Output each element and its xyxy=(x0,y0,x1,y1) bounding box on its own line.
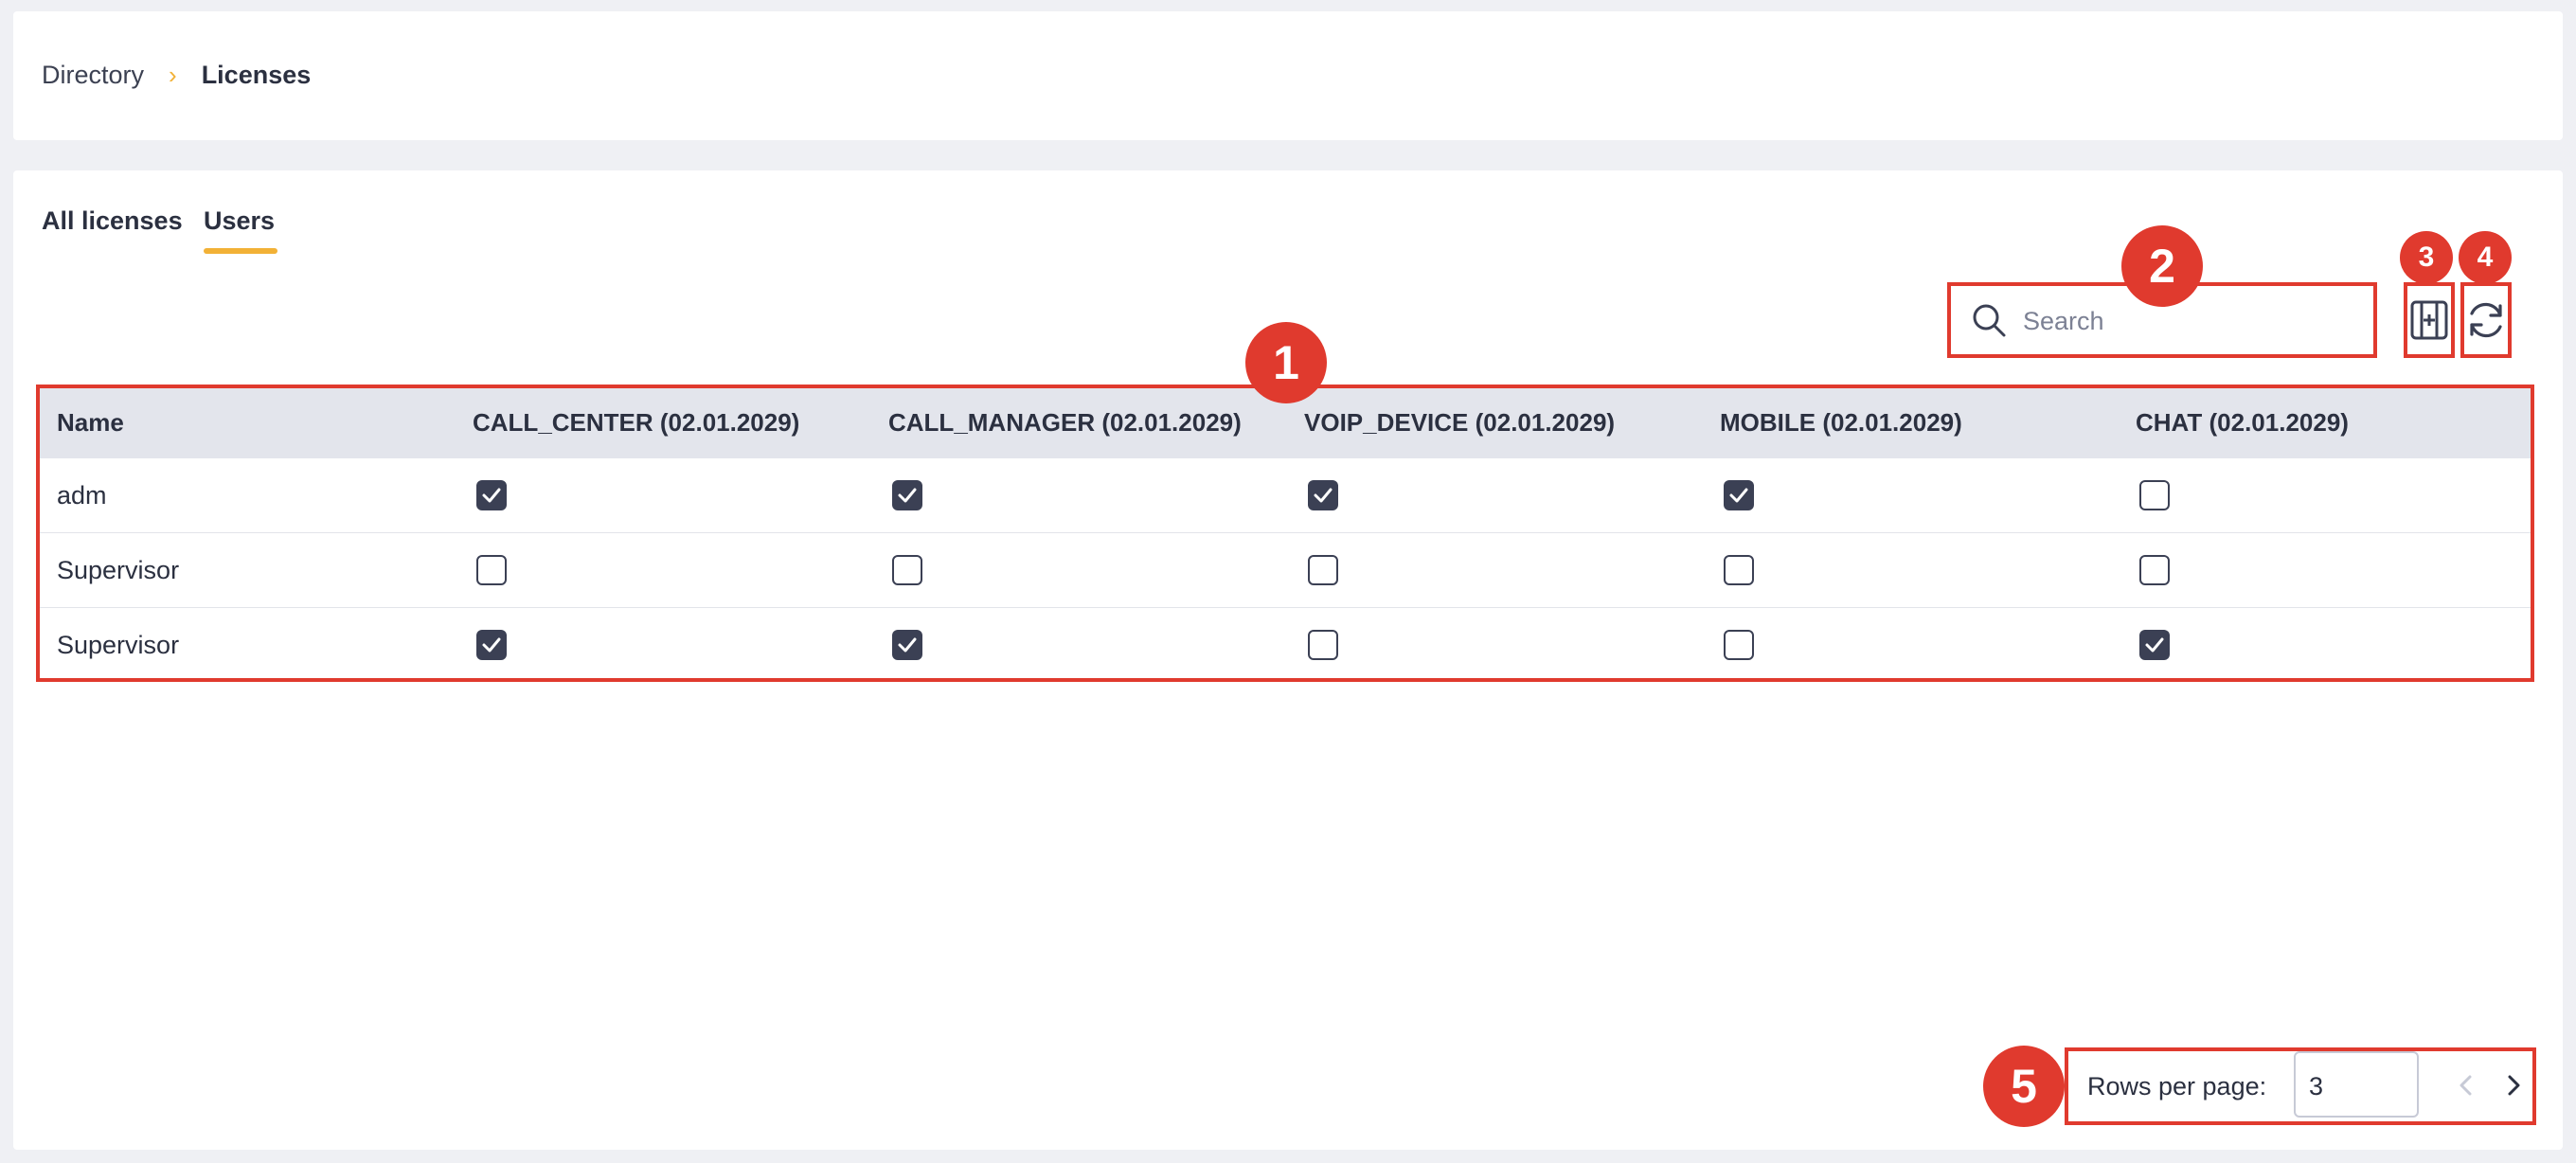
user-name-cell: adm xyxy=(57,480,107,510)
check-icon xyxy=(898,637,917,653)
columns-button[interactable] xyxy=(2406,284,2453,356)
check-icon xyxy=(482,637,501,653)
license-checkbox[interactable] xyxy=(1724,555,1754,585)
annotation-badge-1: 1 xyxy=(1245,322,1327,403)
refresh-icon xyxy=(2470,302,2502,338)
license-checkbox[interactable] xyxy=(1308,630,1338,660)
active-tab-indicator xyxy=(204,248,277,254)
refresh-button[interactable] xyxy=(2462,284,2510,356)
license-checkbox[interactable] xyxy=(1724,630,1754,660)
user-name-cell: Supervisor xyxy=(57,630,180,659)
next-page-button[interactable] xyxy=(2495,1066,2532,1104)
previous-page-button[interactable] xyxy=(2447,1066,2485,1104)
license-checkbox[interactable] xyxy=(892,480,922,510)
annotation-badge-2: 2 xyxy=(2121,225,2203,307)
table-row: adm xyxy=(38,458,2532,533)
license-checkbox[interactable] xyxy=(1724,480,1754,510)
tab-users[interactable]: Users xyxy=(204,206,275,236)
annotation-badge-3: 3 xyxy=(2400,231,2453,284)
chevron-right-icon xyxy=(2508,1075,2520,1096)
header-mobile: MOBILE (02.01.2029) xyxy=(1720,407,1962,437)
license-checkbox[interactable] xyxy=(2139,630,2170,660)
pagination: Rows per page: 3 xyxy=(2068,1049,2536,1123)
breadcrumb-separator-icon: › xyxy=(169,61,177,89)
breadcrumb-panel xyxy=(13,11,2563,140)
search-input[interactable] xyxy=(2021,299,2347,343)
license-checkbox[interactable] xyxy=(2139,480,2170,510)
check-icon xyxy=(1314,488,1333,503)
tab-all-licenses[interactable]: All licenses xyxy=(42,206,183,236)
rows-per-page-label: Rows per page: xyxy=(2087,1072,2267,1100)
header-name: Name xyxy=(57,407,124,437)
table-row: Supervisor xyxy=(38,608,2532,682)
license-checkbox[interactable] xyxy=(1308,480,1338,510)
license-checkbox[interactable] xyxy=(2139,555,2170,585)
license-checkbox[interactable] xyxy=(892,630,922,660)
header-voip-device: VOIP_DEVICE (02.01.2029) xyxy=(1304,407,1616,437)
license-checkbox[interactable] xyxy=(1308,555,1338,585)
table-row: Supervisor xyxy=(38,533,2532,608)
header-call-manager: CALL_MANAGER (02.01.2029) xyxy=(888,407,1242,437)
check-icon xyxy=(898,488,917,503)
breadcrumb-current: Licenses xyxy=(201,61,312,89)
rows-per-page-select[interactable]: 3 xyxy=(2294,1051,2419,1118)
license-checkbox[interactable] xyxy=(476,630,507,660)
search-icon xyxy=(1973,304,2006,337)
header-call-center: CALL_CENTER (02.01.2029) xyxy=(473,407,800,437)
license-checkbox[interactable] xyxy=(476,480,507,510)
license-checkbox[interactable] xyxy=(476,555,507,585)
annotation-badge-4: 4 xyxy=(2459,231,2512,284)
columns-icon xyxy=(2410,300,2448,340)
user-name-cell: Supervisor xyxy=(57,555,180,584)
annotation-badge-5: 5 xyxy=(1983,1046,2065,1127)
breadcrumb-directory[interactable]: Directory xyxy=(42,61,144,90)
chevron-left-icon xyxy=(2460,1075,2472,1096)
license-checkbox[interactable] xyxy=(892,555,922,585)
header-chat: CHAT (02.01.2029) xyxy=(2136,407,2349,437)
check-icon xyxy=(1729,488,1748,503)
licenses-table: Name CALL_CENTER (02.01.2029) CALL_MANAG… xyxy=(38,386,2532,682)
table-body: adm Supervisor Supervisor xyxy=(38,458,2532,682)
check-icon xyxy=(482,488,501,503)
breadcrumb: Directory › Licenses xyxy=(42,61,311,90)
check-icon xyxy=(2145,637,2164,653)
